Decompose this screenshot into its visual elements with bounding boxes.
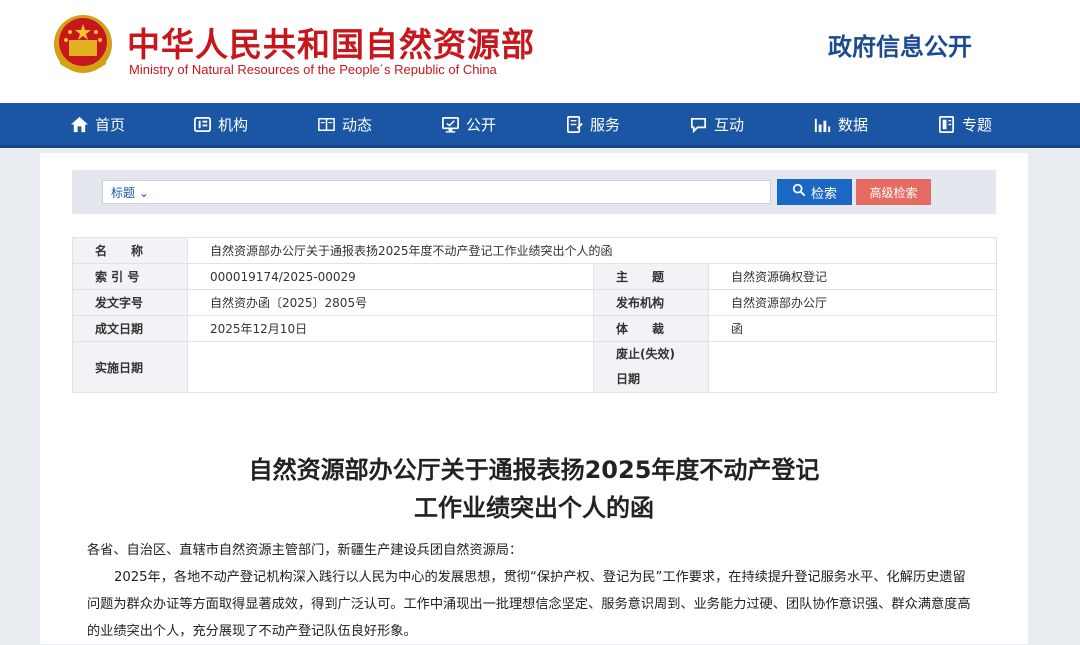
chat-icon [689, 115, 708, 134]
search-input[interactable]: 标题 ⌄ [102, 180, 771, 204]
site-subtitle: Ministry of Natural Resources of the Peo… [129, 62, 497, 77]
nav-item-topic[interactable]: 专题 [937, 103, 992, 145]
table-row: 索 引 号 000019174/2025-00029 主 题 自然资源确权登记 [72, 263, 998, 290]
paragraph-line: 问题为群众办证等方面取得显著成效，得到广泛认可。工作中涌现出一批理想信念坚定、服… [87, 597, 971, 612]
expiry-date-value [707, 341, 998, 393]
topic-icon [937, 115, 956, 134]
search-icon [792, 183, 811, 201]
monitor-icon [441, 115, 460, 134]
nav-item-home[interactable]: 首页 [70, 103, 125, 145]
nav-item-interact[interactable]: 互动 [689, 103, 744, 145]
search-type-select[interactable]: 标题 ⌄ [111, 184, 149, 201]
gov-info-open-title[interactable]: 政府信息公开 [828, 27, 972, 62]
org-icon [193, 115, 212, 134]
advanced-search-button[interactable]: 高级检索 [856, 179, 931, 205]
table-row: 实施日期 废止(失效) 日期 [72, 341, 998, 393]
table-row: 成文日期 2025年12月10日 体 裁 函 [72, 315, 998, 342]
doc-no-value: 自然资办函〔2025〕2805号 [187, 289, 594, 316]
doc-no-label: 发文字号 [72, 289, 188, 316]
paragraph-line: 的业绩突出个人，充分展现了不动产登记队伍良好形象。 [87, 624, 417, 639]
document-body: 各省、自治区、直辖市自然资源主管部门，新疆生产建设兵团自然资源局： 2025年，… [87, 537, 987, 645]
chevron-down-icon: ⌄ [138, 186, 149, 200]
paragraph-line: 2025年，各地不动产登记机构深入践行以人民为中心的发展思想，贯彻“保护产权、登… [114, 570, 966, 585]
topic-value: 自然资源确权登记 [707, 263, 998, 290]
document-title: 自然资源部办公厅关于通报表扬2025年度不动产登记 工作业绩突出个人的函 [248, 456, 820, 522]
nav-label: 机构 [218, 115, 249, 134]
search-button[interactable]: 检索 [777, 179, 852, 205]
nav-item-open[interactable]: 公开 [441, 103, 496, 145]
nav-label: 专题 [962, 115, 993, 134]
main-nav: 首页 机构 动态 公开 服务 互动 数据 专题 [0, 103, 1080, 148]
nav-item-service[interactable]: 服务 [565, 103, 620, 145]
site-header: 中华人民共和国自然资源部 Ministry of Natural Resourc… [0, 0, 1080, 103]
genre-value: 函 [707, 315, 998, 342]
nav-label: 互动 [714, 115, 745, 134]
expiry-date-label: 废止(失效) 日期 [593, 341, 709, 393]
site-title[interactable]: 中华人民共和国自然资源部 [127, 18, 535, 66]
genre-label: 体 裁 [593, 315, 709, 342]
issuer-value: 自然资源部办公厅 [707, 289, 998, 316]
issuer-label: 发布机构 [593, 289, 709, 316]
effective-date-value [187, 341, 594, 393]
nav-item-news[interactable]: 动态 [317, 103, 372, 145]
index-value: 000019174/2025-00029 [187, 263, 594, 290]
topic-label: 主 题 [593, 263, 709, 290]
nav-item-org[interactable]: 机构 [193, 103, 248, 145]
index-label: 索 引 号 [72, 263, 188, 290]
name-value: 自然资源部办公厅关于通报表扬2025年度不动产登记工作业绩突出个人的函 [186, 237, 998, 264]
national-emblem-logo [52, 14, 114, 76]
nav-label: 公开 [466, 115, 497, 134]
home-icon [70, 115, 89, 134]
nav-label: 首页 [95, 115, 126, 134]
content-panel: 标题 ⌄ 检索 高级检索 名 称 自然资源部办公厅关于通报表扬2025年度不动产… [40, 153, 1028, 644]
nav-label: 服务 [590, 115, 621, 134]
nav-label: 动态 [342, 115, 373, 134]
salutation: 各省、自治区、直辖市自然资源主管部门，新疆生产建设兵团自然资源局： [87, 543, 523, 558]
nav-item-data[interactable]: 数据 [813, 103, 868, 145]
nav-label: 数据 [838, 115, 869, 134]
news-icon [317, 115, 336, 134]
chart-icon [813, 115, 832, 134]
effective-date-label: 实施日期 [72, 341, 188, 393]
document-meta-table: 名 称 自然资源部办公厅关于通报表扬2025年度不动产登记工作业绩突出个人的函 … [72, 237, 998, 393]
table-row: 发文字号 自然资办函〔2025〕2805号 发布机构 自然资源部办公厅 [72, 289, 998, 316]
search-bar: 标题 ⌄ 检索 高级检索 [72, 170, 996, 214]
table-row: 名 称 自然资源部办公厅关于通报表扬2025年度不动产登记工作业绩突出个人的函 [72, 237, 998, 264]
name-label: 名 称 [72, 237, 188, 264]
date-value: 2025年12月10日 [187, 315, 594, 342]
service-icon [565, 115, 584, 134]
date-label: 成文日期 [72, 315, 188, 342]
